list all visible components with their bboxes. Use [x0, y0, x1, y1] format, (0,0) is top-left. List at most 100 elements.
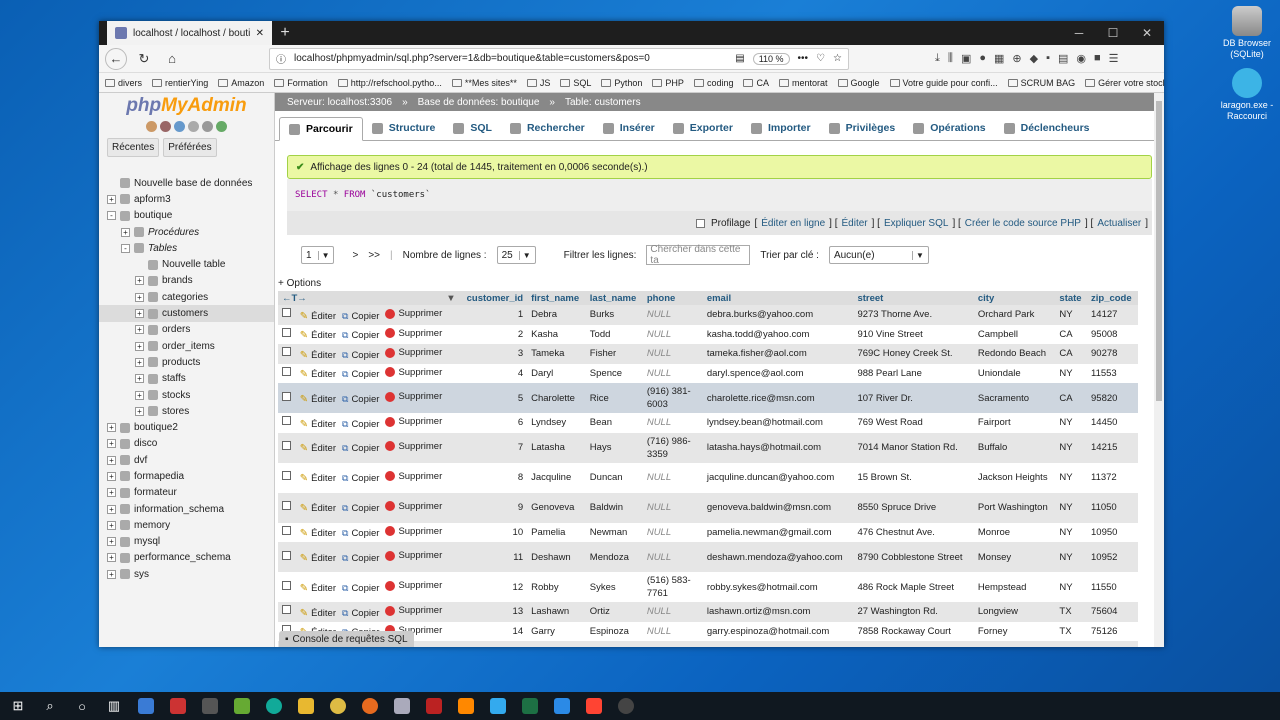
delete-link[interactable]: Supprimer — [385, 390, 442, 403]
cell-email[interactable]: lashawn.ortiz@msn.com — [703, 602, 854, 622]
copy-link[interactable]: ⧉Copier — [342, 329, 379, 342]
extension-icon[interactable]: ▪ — [1046, 52, 1050, 65]
delete-link[interactable]: Supprimer — [385, 415, 442, 428]
cell-street[interactable]: 27 Washington Rd. — [853, 602, 973, 622]
row-checkbox[interactable] — [282, 605, 291, 615]
app-icon[interactable] — [166, 694, 190, 718]
bookmark-item[interactable]: Amazon — [218, 78, 264, 88]
cell-email[interactable]: garry.espinoza@hotmail.com — [703, 622, 854, 642]
row-checkbox[interactable] — [282, 366, 291, 376]
cell-city[interactable]: Buffalo — [974, 433, 1056, 463]
close-window-icon[interactable]: ✕ — [1130, 26, 1164, 40]
sidebar-icon[interactable]: ▣ — [961, 52, 971, 65]
bookmark-item[interactable]: rentierYing — [152, 78, 208, 88]
tab-declencheurs[interactable]: Déclencheurs — [995, 116, 1099, 140]
cell-city[interactable]: Redondo Beach — [974, 344, 1056, 364]
column-header-last-name[interactable]: last_name — [585, 291, 643, 305]
row-checkbox[interactable] — [282, 580, 291, 590]
cell-first-name[interactable]: Garry — [527, 622, 586, 642]
cell-street[interactable]: 15 Brown St. — [853, 463, 973, 493]
column-header-state[interactable]: state — [1055, 291, 1087, 305]
task-view-icon[interactable]: ▥ — [102, 694, 126, 718]
cell-first-name[interactable]: Charolette — [527, 383, 586, 413]
cell-last-name[interactable]: Todd — [586, 325, 643, 345]
cell-zip-code[interactable]: 95008 — [1087, 325, 1138, 345]
tree-item-staffs[interactable]: + staffs — [99, 371, 274, 387]
extension-icon[interactable]: ■ — [1094, 52, 1101, 65]
expand-icon[interactable]: + — [135, 292, 144, 302]
cell-email[interactable]: kasha.todd@yahoo.com — [703, 325, 854, 345]
cell-last-name[interactable]: Mendoza — [586, 542, 643, 572]
cell-state[interactable]: NY — [1055, 523, 1087, 543]
cell-first-name[interactable]: Jacquline — [527, 463, 586, 493]
cell-phone[interactable]: NULL — [643, 493, 703, 523]
column-header-zip-code[interactable]: zip_code — [1087, 291, 1138, 305]
bookmark-item[interactable]: Gérer votre stock — [1085, 78, 1164, 88]
tree-item-apform3[interactable]: + apform3 — [99, 191, 274, 207]
vscode-icon[interactable] — [550, 694, 574, 718]
cell-customer-id[interactable]: 3 — [460, 344, 528, 364]
profiling-checkbox[interactable] — [695, 218, 705, 228]
home-button[interactable]: ⌂ — [161, 48, 183, 70]
settings-icon[interactable] — [202, 121, 213, 132]
cell-state[interactable]: NY — [1055, 463, 1087, 493]
delete-link[interactable]: Supprimer — [385, 366, 442, 379]
cell-customer-id[interactable]: 15 — [460, 641, 528, 647]
library-icon[interactable]: ⫼ — [948, 52, 953, 65]
bookmark-item[interactable]: http://refschool.pytho... — [337, 78, 442, 88]
expand-icon[interactable]: + — [135, 325, 144, 335]
edit-link[interactable]: ✎Éditer — [300, 310, 336, 323]
cell-first-name[interactable]: Daryl — [527, 364, 586, 384]
explain-link[interactable]: Expliquer SQL — [884, 218, 948, 229]
cell-email[interactable]: genoveva.baldwin@msn.com — [703, 493, 854, 523]
cell-first-name[interactable]: Lyndsey — [527, 413, 586, 433]
expand-icon[interactable]: + — [107, 423, 116, 433]
cell-phone[interactable]: NULL — [643, 641, 703, 647]
cell-email[interactable]: jacquline.duncan@yahoo.com — [703, 463, 854, 493]
tree-item-information-schema[interactable]: + information_schema — [99, 501, 274, 517]
brave-icon[interactable] — [582, 694, 606, 718]
cell-state[interactable]: NY — [1055, 641, 1087, 647]
cell-last-name[interactable]: Espinoza — [586, 622, 643, 642]
tree-item-categories[interactable]: + categories — [99, 289, 274, 305]
app-icon[interactable] — [230, 694, 254, 718]
bookmark-item[interactable]: coding — [693, 78, 733, 88]
search-icon[interactable]: ⌕ — [38, 694, 62, 718]
tree-item-brands[interactable]: + brands — [99, 273, 274, 289]
app-icon[interactable] — [390, 694, 414, 718]
cell-email[interactable]: linnie.branch@gmail.com — [703, 641, 854, 647]
copy-link[interactable]: ⧉Copier — [342, 582, 379, 595]
extension-icon[interactable]: ▦ — [994, 52, 1004, 65]
cell-street[interactable]: 910 Vine Street — [853, 325, 973, 345]
breadcrumb-database[interactable]: Base de données: boutique — [418, 97, 540, 108]
next-page-button[interactable]: > — [352, 250, 358, 261]
copy-link[interactable]: ⧉Copier — [342, 527, 379, 540]
row-checkbox[interactable] — [282, 441, 291, 450]
url-bar[interactable]: ⓘ localhost/phpmyadmin/sql.php?server=1&… — [269, 47, 849, 70]
cell-customer-id[interactable]: 2 — [460, 325, 528, 345]
cell-customer-id[interactable]: 1 — [460, 305, 528, 325]
tree-item-disco[interactable]: + disco — [99, 436, 274, 452]
desktop-icon-db-browser[interactable]: DB Browser (SQLite) — [1216, 6, 1278, 60]
row-checkbox[interactable] — [282, 550, 291, 560]
cell-state[interactable]: NY — [1055, 542, 1087, 572]
desktop-icon-laragon[interactable]: laragon.exe - Raccourci — [1216, 68, 1278, 122]
cell-state[interactable]: NY — [1055, 572, 1087, 602]
expand-icon[interactable]: + — [107, 569, 116, 579]
tree-item-formateur[interactable]: + formateur — [99, 485, 274, 501]
cell-phone[interactable]: NULL — [643, 622, 703, 642]
expand-icon[interactable]: + — [135, 374, 144, 384]
cell-last-name[interactable]: Branch — [586, 641, 643, 647]
edit-link[interactable]: ✎Éditer — [300, 393, 336, 406]
cell-phone[interactable]: (716) 986-3359 — [643, 433, 703, 463]
expand-icon[interactable]: + — [107, 537, 116, 547]
edit-link[interactable]: Éditer — [842, 218, 868, 229]
cell-city[interactable]: Campbell — [974, 325, 1056, 345]
cell-street[interactable]: 7014 Manor Station Rd. — [853, 433, 973, 463]
cell-last-name[interactable]: Bean — [586, 413, 643, 433]
copy-link[interactable]: ⧉Copier — [342, 607, 379, 620]
cell-first-name[interactable]: Linnie — [527, 641, 586, 647]
cell-city[interactable]: Fairport — [974, 413, 1056, 433]
edit-link[interactable]: ✎Éditer — [300, 607, 336, 620]
sql-console-toggle[interactable]: ▪ Console de requêtes SQL — [279, 631, 414, 647]
